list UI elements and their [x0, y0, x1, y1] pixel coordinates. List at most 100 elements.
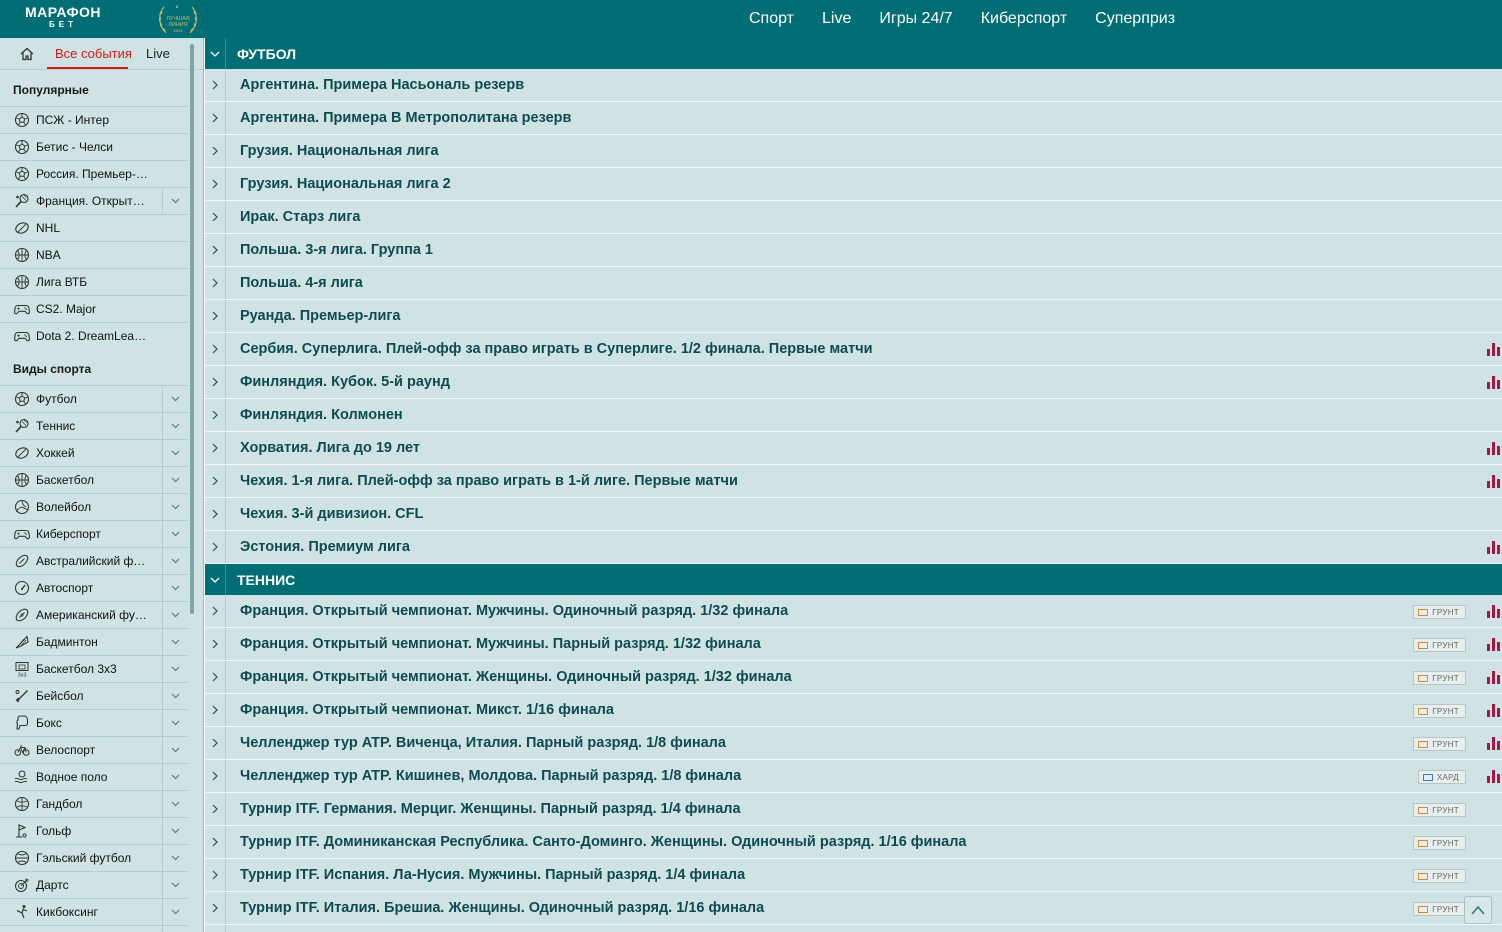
league-row[interactable]: Чехия. 1-я лига. Плей-офф за право играт… [205, 465, 1502, 498]
chevron-right-icon[interactable] [205, 826, 226, 858]
sport-item[interactable]: Кикбоксинг [0, 898, 188, 925]
chevron-down-icon[interactable] [162, 440, 188, 466]
chevron-right-icon[interactable] [205, 135, 226, 167]
league-row[interactable]: Польша. 4-я лига [205, 267, 1502, 300]
league-row[interactable]: Финляндия. Колмонен [205, 399, 1502, 432]
chevron-down-icon[interactable] [162, 872, 188, 898]
sport-item[interactable]: Гандбол [0, 790, 188, 817]
brand-logo[interactable]: МАРАФОН БЕТ [18, 4, 108, 29]
sport-item[interactable]: Автоспорт [0, 574, 188, 601]
league-row[interactable]: Сербия. Суперлига. Плей-офф за право игр… [205, 333, 1502, 366]
chevron-down-icon[interactable] [162, 467, 188, 493]
popular-item[interactable]: ПСЖ - Интер [0, 106, 188, 133]
chevron-right-icon[interactable] [205, 531, 226, 563]
chevron-down-icon[interactable] [162, 791, 188, 817]
chevron-down-icon[interactable] [162, 188, 188, 214]
chevron-right-icon[interactable] [205, 234, 226, 266]
chevron-down-icon[interactable] [162, 926, 188, 932]
nav-live[interactable]: Live [822, 10, 851, 28]
stats-icon[interactable] [1487, 474, 1500, 488]
league-row[interactable]: Эстония. Премиум лига [205, 531, 1502, 564]
league-row[interactable]: Аргентина. Примера B Метрополитана резер… [205, 102, 1502, 135]
league-row[interactable]: Аргентина. Примера Насьональ резерв [205, 69, 1502, 102]
sidebar-scrollbar[interactable] [190, 44, 194, 614]
popular-item[interactable]: NHL [0, 214, 188, 241]
league-row[interactable] [205, 925, 1502, 932]
league-row[interactable]: Турнир ITF. Германия. Мерциг. Женщины. П… [205, 793, 1502, 826]
league-row[interactable]: Франция. Открытый чемпионат. Мужчины. Од… [205, 595, 1502, 628]
nav-esports[interactable]: Киберспорт [981, 10, 1067, 28]
chevron-right-icon[interactable] [205, 465, 226, 497]
chevron-right-icon[interactable] [205, 300, 226, 332]
popular-item[interactable]: Франция. Открытый чемпионат [0, 187, 188, 214]
chevron-right-icon[interactable] [205, 432, 226, 464]
stats-icon[interactable] [1487, 736, 1500, 750]
nav-games[interactable]: Игры 24/7 [879, 10, 952, 28]
stats-icon[interactable] [1487, 637, 1500, 651]
stats-icon[interactable] [1487, 703, 1500, 717]
chevron-down-icon[interactable] [162, 602, 188, 628]
scroll-to-top-button[interactable] [1464, 896, 1492, 924]
chevron-right-icon[interactable] [205, 69, 226, 101]
chevron-right-icon[interactable] [205, 661, 226, 693]
chevron-down-icon[interactable] [162, 521, 188, 547]
chevron-right-icon[interactable] [205, 628, 226, 660]
chevron-right-icon[interactable] [205, 201, 226, 233]
chevron-down-icon[interactable] [162, 656, 188, 682]
sport-item[interactable]: Гэльский футбол [0, 844, 188, 871]
stats-icon[interactable] [1487, 375, 1500, 389]
nav-superprize[interactable]: Суперприз [1095, 10, 1175, 28]
chevron-down-icon[interactable] [162, 629, 188, 655]
popular-item[interactable]: Лига ВТБ [0, 268, 188, 295]
league-row[interactable]: Грузия. Национальная лига [205, 135, 1502, 168]
sport-item[interactable]: 3x3 Баскетбол 3x3 [0, 655, 188, 682]
league-row[interactable]: Ирак. Старз лига [205, 201, 1502, 234]
chevron-right-icon[interactable] [205, 727, 226, 759]
league-row[interactable]: Франция. Открытый чемпионат. Женщины. Од… [205, 661, 1502, 694]
chevron-right-icon[interactable] [205, 925, 226, 932]
chevron-right-icon[interactable] [205, 498, 226, 530]
sport-item[interactable]: Дартс [0, 871, 188, 898]
chevron-right-icon[interactable] [205, 333, 226, 365]
sport-section-header[interactable]: ФУТБОЛ [205, 38, 1502, 69]
sport-item[interactable]: Гольф [0, 817, 188, 844]
chevron-right-icon[interactable] [205, 892, 226, 924]
chevron-right-icon[interactable] [205, 102, 226, 134]
tab-live[interactable]: Live [146, 46, 170, 61]
sport-item[interactable]: Бадминтон [0, 628, 188, 655]
stats-icon[interactable] [1487, 604, 1500, 618]
league-row[interactable]: Руанда. Премьер-лига [205, 300, 1502, 333]
tab-all-events[interactable]: Все события [55, 46, 132, 61]
chevron-right-icon[interactable] [205, 267, 226, 299]
chevron-right-icon[interactable] [205, 793, 226, 825]
sport-item[interactable]: Теннис [0, 412, 188, 439]
sport-item[interactable]: Австралийский футбол [0, 547, 188, 574]
nav-sport[interactable]: Спорт [749, 10, 794, 28]
sport-item[interactable]: Американский футбол [0, 601, 188, 628]
chevron-down-icon[interactable] [162, 413, 188, 439]
sport-item[interactable]: Волейбол [0, 493, 188, 520]
chevron-down-icon[interactable] [162, 683, 188, 709]
sport-item[interactable]: Киберспорт [0, 520, 188, 547]
league-row[interactable]: Франция. Открытый чемпионат. Микст. 1/16… [205, 694, 1502, 727]
sport-item[interactable]: Бокс [0, 709, 188, 736]
stats-icon[interactable] [1487, 342, 1500, 356]
stats-icon[interactable] [1487, 670, 1500, 684]
league-row[interactable]: Хорватия. Лига до 19 лет [205, 432, 1502, 465]
chevron-down-icon[interactable] [162, 737, 188, 763]
chevron-down-icon[interactable] [162, 710, 188, 736]
stats-icon[interactable] [1487, 540, 1500, 554]
sport-item[interactable]: Футбол [0, 385, 188, 412]
home-icon[interactable] [19, 46, 35, 62]
sport-item[interactable]: Хоккей [0, 439, 188, 466]
league-row[interactable]: Финляндия. Кубок. 5-й раунд [205, 366, 1502, 399]
popular-item[interactable]: NBA [0, 241, 188, 268]
chevron-right-icon[interactable] [205, 595, 226, 627]
chevron-down-icon[interactable] [205, 564, 226, 595]
sport-item[interactable]: Крикет [0, 925, 188, 932]
popular-item[interactable]: Бетис - Челси [0, 133, 188, 160]
chevron-down-icon[interactable] [162, 386, 188, 412]
league-row[interactable]: Турнир ITF. Испания. Ла-Нусия. Мужчины. … [205, 859, 1502, 892]
chevron-down-icon[interactable] [162, 764, 188, 790]
stats-icon[interactable] [1487, 769, 1500, 783]
